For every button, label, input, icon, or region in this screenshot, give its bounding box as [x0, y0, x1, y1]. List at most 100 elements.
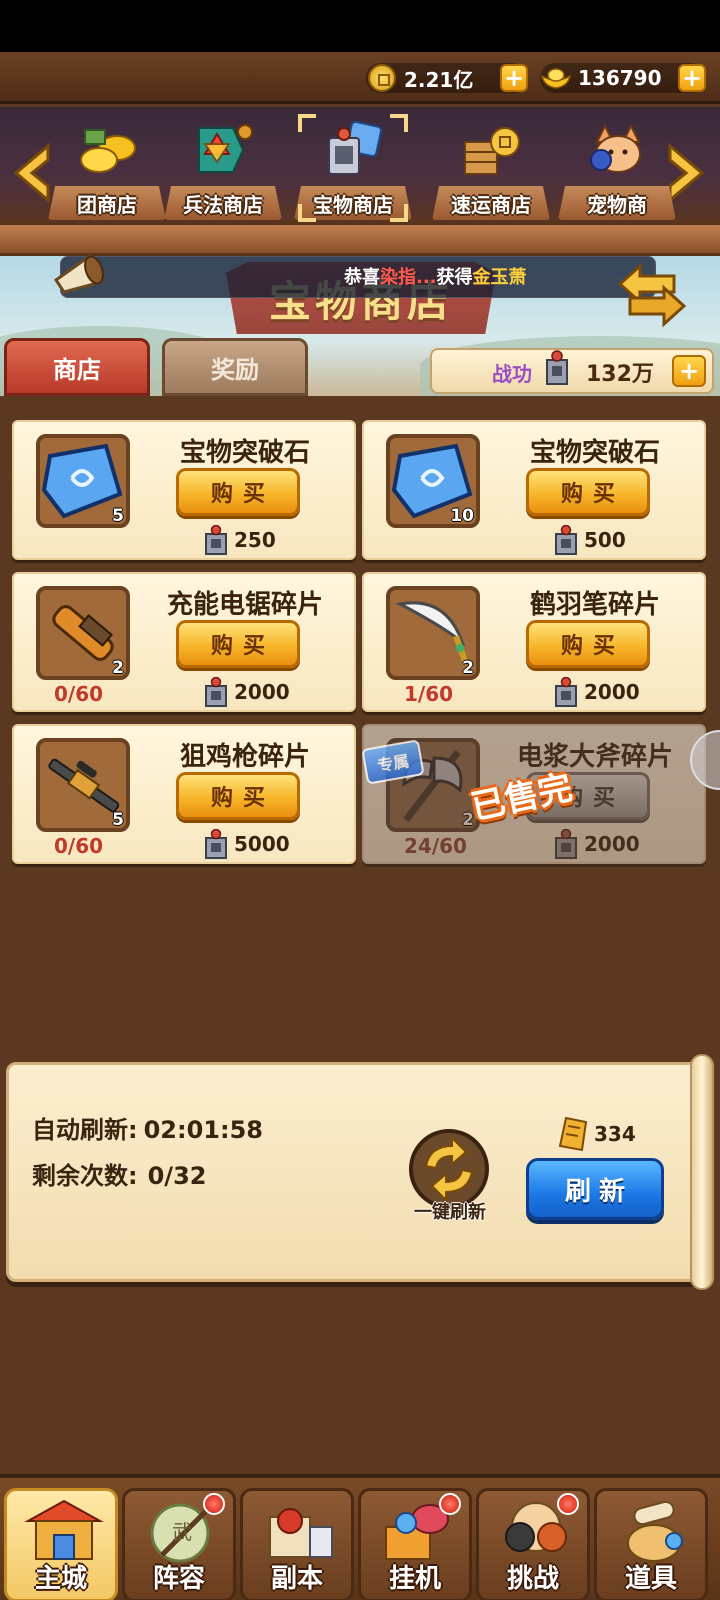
merit-tower-icon [546, 350, 568, 385]
shop-tab-tactics[interactable]: 兵法商店 [160, 114, 286, 222]
status-bar [0, 0, 720, 52]
notification-dot [203, 1493, 225, 1515]
shop-tab-pet[interactable]: 宠物商 [554, 114, 680, 222]
buy-button[interactable]: 购买 [526, 468, 650, 516]
announcement-player: 染指... [380, 267, 437, 288]
item-price: 2000 [552, 830, 640, 858]
add-gold-button[interactable]: + [678, 64, 706, 92]
bottom-navigation: 主城 武 阵容 副本 挂机 挑战 道具 [0, 1474, 720, 1600]
price-value: 2000 [584, 680, 640, 704]
nav-main-city[interactable]: 主城 [4, 1488, 118, 1600]
scroll-roll [690, 1054, 714, 1290]
item-price: 2000 [552, 678, 640, 706]
nav-items[interactable]: 道具 [594, 1488, 708, 1600]
price-value: 2000 [234, 680, 290, 704]
item-slot[interactable]: 2 [386, 586, 480, 680]
refresh-token-icon [558, 1116, 588, 1152]
nav-formation[interactable]: 武 阵容 [122, 1488, 236, 1600]
shop-item-card: 5 宝物突破石 购买 250 [12, 420, 356, 560]
merit-label: 战功 [492, 362, 532, 386]
item-slot[interactable]: 5 [36, 738, 130, 832]
shop-item-card: 2 0/60 充能电锯碎片 购买 2000 [12, 572, 356, 712]
nav-challenge[interactable]: 挑战 [476, 1488, 590, 1600]
merit-tower-icon [202, 677, 230, 707]
shop-tab-guild[interactable]: 团商店 [44, 114, 170, 222]
item-slot[interactable]: 10 [386, 434, 480, 528]
tab-reward[interactable]: 奖励 [162, 338, 308, 396]
gold-currency: 136790 + [540, 62, 706, 94]
shop-tab-label: 团商店 [77, 193, 137, 217]
price-value: 2000 [584, 832, 640, 856]
add-copper-button[interactable]: + [500, 64, 528, 92]
one-key-refresh-label[interactable]: 一键刷新 [400, 1198, 500, 1224]
add-merit-button[interactable]: + [672, 355, 706, 387]
fox-pet-icon [590, 123, 641, 173]
tab-shop[interactable]: 商店 [4, 338, 150, 396]
item-name: 鹤羽笔碎片 [529, 590, 660, 620]
shop-item-card: 5 0/60 狙鸡枪碎片 购买 5000 [12, 724, 356, 864]
item-quantity: 5 [112, 506, 124, 526]
copper-coin-icon [368, 64, 396, 92]
merit-tower-icon [202, 829, 230, 859]
fragment-progress: 24/60 [404, 834, 467, 858]
horn-icon [53, 254, 104, 294]
copper-value: 2.21亿 [404, 67, 474, 92]
shop-tab-label: 宠物商 [587, 193, 647, 217]
item-quantity: 2 [462, 658, 474, 678]
refresh-cost: 334 [556, 1116, 636, 1152]
item-price: 250 [202, 526, 276, 554]
item-price: 500 [552, 526, 626, 554]
item-name: 狙鸡枪碎片 [179, 742, 310, 772]
announcement-text: 恭喜染指...获得金玉萧 [344, 267, 527, 288]
dungeon-icon [269, 1508, 333, 1558]
notification-dot [557, 1493, 579, 1515]
gold-ingot-icon [540, 68, 572, 89]
shop-tab-label: 速运商店 [451, 193, 531, 217]
item-price: 2000 [202, 678, 290, 706]
price-value: 500 [584, 528, 626, 552]
item-quantity: 5 [112, 810, 124, 830]
shop-tab-treasure[interactable]: 宝物商店 [290, 114, 416, 222]
item-slot[interactable]: 2 [36, 586, 130, 680]
shop-tab-label: 兵法商店 [183, 193, 263, 217]
notification-dot [439, 1493, 461, 1515]
buy-button[interactable]: 购买 [176, 468, 300, 516]
remaining-count-value: 0/32 [147, 1162, 207, 1190]
merit-value: 132万 [586, 362, 654, 387]
merit-tower-icon [552, 677, 580, 707]
merit-tower-icon [552, 525, 580, 555]
nav-label: 副本 [270, 1564, 323, 1594]
nav-dungeon[interactable]: 副本 [240, 1488, 354, 1600]
currency-bar: 2.21亿 + 136790 + [0, 52, 720, 104]
item-name: 宝物突破石 [179, 438, 310, 468]
buy-button[interactable]: 购买 [176, 620, 300, 668]
city-gate-icon [24, 1499, 104, 1560]
fragment-progress: 1/60 [404, 682, 454, 706]
item-slot[interactable]: 5 [36, 434, 130, 528]
merit-tower-icon [552, 829, 580, 859]
auto-refresh-time: 02:01:58 [143, 1116, 263, 1144]
shop-item-card: 2 1/60 鹤羽笔碎片 购买 2000 [362, 572, 706, 712]
fragment-progress: 0/60 [54, 834, 104, 858]
shop-tab-express[interactable]: 速运商店 [428, 114, 554, 222]
shop-item-card: 10 宝物突破石 购买 500 [362, 420, 706, 560]
item-name: 宝物突破石 [529, 438, 660, 468]
gold-ingot-pile-icon [80, 129, 136, 173]
nav-label: 挂机 [388, 1564, 441, 1594]
shop-category-rail [0, 222, 720, 256]
announcement-item: 金玉萧 [472, 267, 527, 288]
nav-idle[interactable]: 挂机 [358, 1488, 472, 1600]
item-name: 充能电锯碎片 [166, 590, 323, 620]
merit-tower-icon [202, 525, 230, 555]
price-value: 250 [234, 528, 276, 552]
buy-button[interactable]: 购买 [176, 772, 300, 820]
buy-button[interactable]: 购买 [526, 620, 650, 668]
item-quantity: 10 [450, 506, 474, 526]
refresh-button[interactable]: 刷新 [526, 1158, 664, 1220]
refresh-cost-value: 334 [594, 1122, 636, 1146]
war-banner-icon [198, 124, 253, 173]
swap-arrows-icon[interactable] [616, 262, 688, 328]
nav-label: 道具 [624, 1564, 677, 1594]
item-quantity: 2 [112, 658, 124, 678]
fragment-progress: 0/60 [54, 682, 104, 706]
